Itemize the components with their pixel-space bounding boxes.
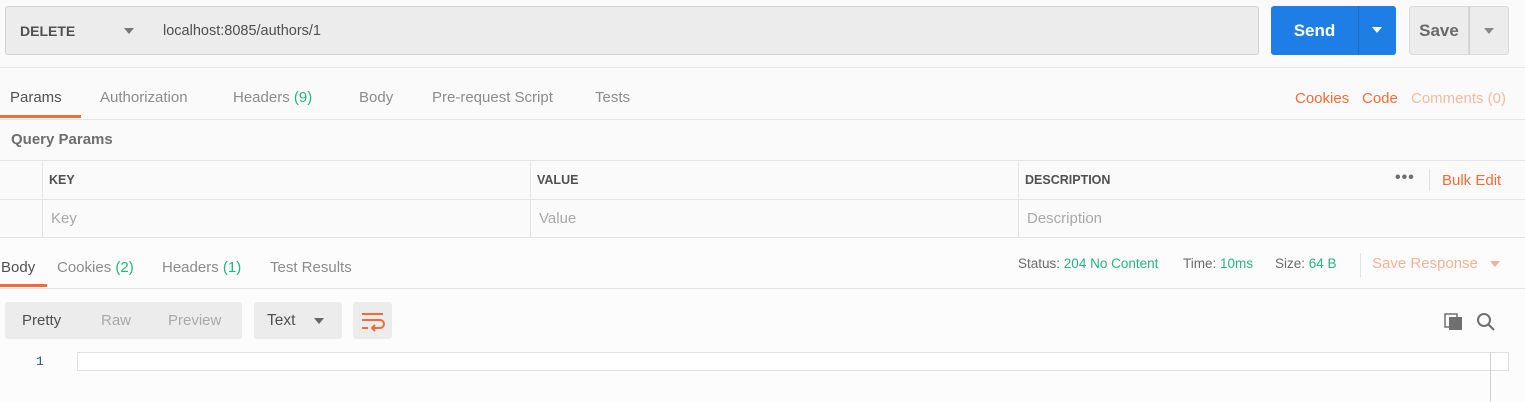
url-input[interactable]	[150, 6, 1259, 55]
divider	[1429, 169, 1430, 191]
save-button[interactable]: Save	[1409, 6, 1469, 55]
response-tab-test-results[interactable]: Test Results	[270, 238, 352, 288]
send-label: Send	[1293, 20, 1336, 40]
view-mode-group: Pretty Raw Preview	[5, 302, 242, 339]
description-column-header: DESCRIPTION ••• Bulk Edit	[1018, 161, 1525, 199]
more-options-icon[interactable]: •••	[1395, 169, 1415, 187]
save-options-button[interactable]	[1469, 6, 1509, 55]
value-cell	[530, 200, 1018, 238]
response-tab-body[interactable]: Body	[1, 238, 35, 288]
key-input[interactable]	[43, 200, 530, 237]
comments-link[interactable]: Comments (0)	[1411, 69, 1506, 119]
caret-down-icon	[314, 318, 324, 324]
time-readout: Time: 10ms	[1183, 238, 1253, 290]
response-tab-headers[interactable]: Headers (1)	[162, 238, 241, 288]
response-tabs: Body Cookies (2) Headers (1) Test Result…	[0, 238, 1525, 289]
value-input[interactable]	[531, 200, 1018, 237]
active-tab-indicator	[0, 115, 81, 118]
wrap-lines-button[interactable]	[353, 302, 392, 339]
size-readout: Size: 64 B	[1275, 238, 1337, 290]
copy-icon[interactable]	[1444, 313, 1464, 331]
time-value: 10ms	[1220, 256, 1254, 271]
bulk-edit-link[interactable]: Bulk Edit	[1442, 161, 1501, 200]
tab-pre-request-script[interactable]: Pre-request Script	[432, 69, 553, 119]
caret-down-icon	[1484, 28, 1494, 34]
column-label: KEY	[49, 173, 75, 187]
chevron-down-icon	[124, 28, 134, 34]
response-body-editor[interactable]: 1	[0, 351, 1525, 402]
tab-label: Headers	[162, 259, 219, 276]
status-value: 204 No Content	[1063, 256, 1159, 271]
send-options-button[interactable]	[1358, 6, 1396, 55]
tab-tests[interactable]: Tests	[595, 69, 630, 119]
description-cell	[1018, 200, 1525, 238]
row-checkbox-cell	[0, 200, 42, 238]
line-number: 1	[36, 354, 44, 369]
code-line[interactable]	[77, 352, 1509, 371]
save-label: Save	[1419, 20, 1459, 40]
tab-headers[interactable]: Headers (9)	[233, 69, 312, 119]
description-input[interactable]	[1019, 200, 1525, 237]
headers-count: (9)	[293, 89, 313, 106]
tab-authorization[interactable]: Authorization	[100, 69, 188, 119]
time-label: Time:	[1183, 256, 1217, 271]
table-row	[0, 199, 1525, 238]
size-label: Size:	[1275, 256, 1306, 271]
tab-label: Tests	[595, 89, 631, 106]
caret-down-icon	[1489, 261, 1500, 268]
method-label: DELETE	[20, 22, 76, 39]
active-tab-indicator	[0, 284, 47, 287]
size-value: 64 B	[1308, 256, 1337, 271]
tab-label: Params	[10, 89, 62, 106]
pretty-button[interactable]: Pretty	[22, 302, 61, 339]
search-icon[interactable]	[1476, 312, 1496, 332]
tab-label: Cookies	[57, 259, 112, 276]
format-select[interactable]: Text	[254, 302, 342, 339]
tab-label: Body	[359, 89, 394, 106]
tab-label: Authorization	[100, 89, 188, 106]
send-button[interactable]: Send	[1271, 6, 1358, 55]
cookies-count: (2)	[115, 259, 134, 276]
tab-params[interactable]: Params	[10, 69, 62, 119]
tab-label: Body	[1, 259, 36, 276]
key-cell	[42, 200, 530, 238]
response-panel: Body Cookies (2) Headers (1) Test Result…	[0, 238, 1525, 402]
query-params-table: KEY VALUE DESCRIPTION ••• Bulk Edit	[0, 160, 1525, 238]
preview-button[interactable]: Preview	[168, 302, 221, 339]
status-label: Status:	[1018, 256, 1061, 271]
column-label: VALUE	[537, 173, 579, 187]
tab-body[interactable]: Body	[359, 69, 393, 119]
cookies-link[interactable]: Cookies	[1295, 69, 1349, 119]
caret-down-icon	[1372, 27, 1382, 33]
table-header-row: KEY VALUE DESCRIPTION ••• Bulk Edit	[0, 160, 1525, 199]
key-column-header: KEY	[42, 161, 530, 199]
tab-label: Pre-request Script	[432, 89, 553, 106]
editor-scrollbar[interactable]	[1490, 352, 1491, 402]
tab-label: Headers	[233, 89, 290, 106]
tab-label: Test Results	[270, 259, 352, 276]
status-readout: Status: 204 No Content	[1018, 238, 1158, 290]
value-column-header: VALUE	[530, 161, 1018, 199]
request-tabs: Params Authorization Headers (9) Body Pr…	[0, 69, 1525, 120]
save-response-button[interactable]: Save Response	[1372, 238, 1500, 290]
save-response-label: Save Response	[1372, 255, 1478, 272]
format-label: Text	[267, 312, 296, 329]
wrap-lines-icon	[362, 313, 385, 332]
raw-button[interactable]: Raw	[101, 302, 131, 339]
response-tab-cookies[interactable]: Cookies (2)	[57, 238, 134, 288]
checkbox-column-header	[0, 161, 42, 199]
method-select[interactable]: DELETE	[5, 6, 151, 55]
code-link[interactable]: Code	[1362, 69, 1398, 119]
headers-count: (1)	[222, 259, 242, 276]
query-params-title: Query Params	[11, 131, 113, 148]
request-url-bar: DELETE Send Save	[0, 0, 1525, 68]
divider	[1360, 253, 1361, 277]
